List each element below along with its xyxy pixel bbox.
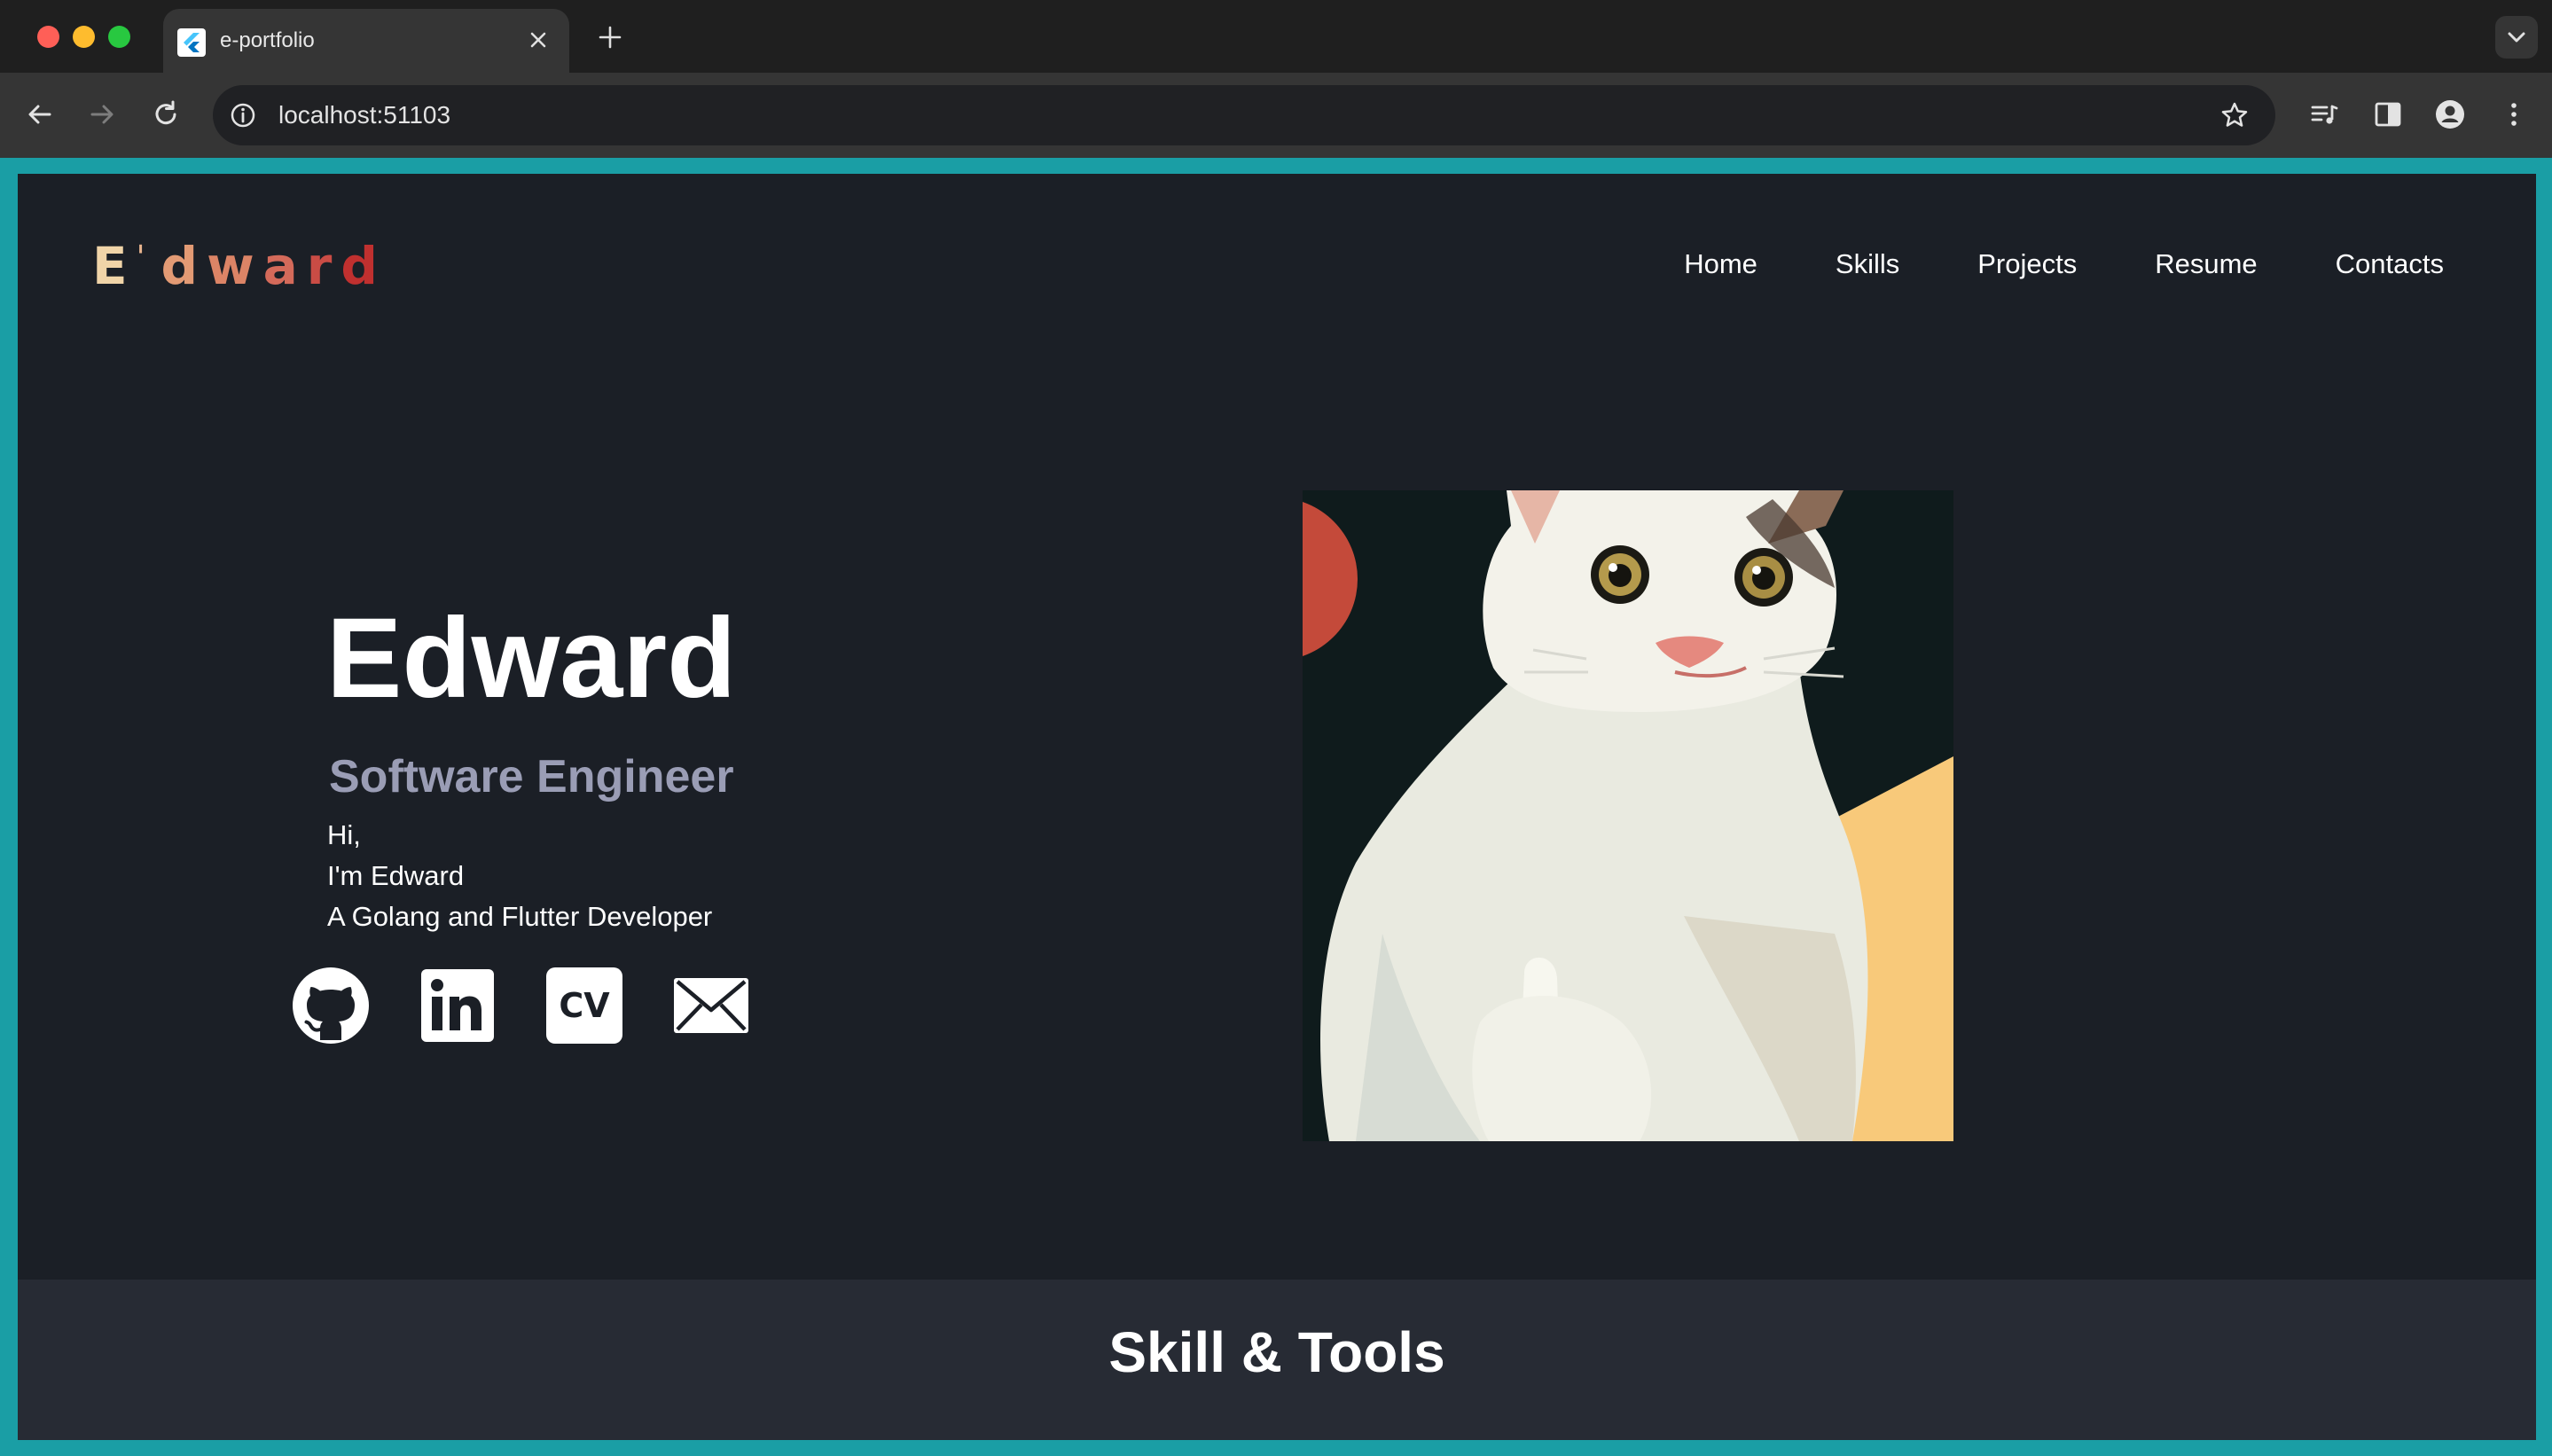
github-icon[interactable] bbox=[291, 966, 371, 1045]
url-text[interactable]: localhost:51103 bbox=[278, 100, 450, 130]
flutter-favicon-icon bbox=[177, 28, 206, 57]
hero-portrait-image bbox=[1303, 490, 1953, 1141]
side-panel-icon[interactable] bbox=[2369, 96, 2407, 133]
more-vert-icon[interactable] bbox=[2495, 96, 2532, 133]
logo-letter: d bbox=[341, 236, 387, 296]
window-zoom-button[interactable] bbox=[108, 26, 130, 48]
window-minimize-button[interactable] bbox=[73, 26, 95, 48]
browser-toolbar: localhost:51103 bbox=[0, 73, 2552, 159]
forward-arrow-icon[interactable] bbox=[83, 96, 121, 133]
hero-intro: I'm Edward bbox=[327, 860, 465, 891]
star-icon[interactable] bbox=[2219, 99, 2251, 131]
skills-section: Skill & Tools bbox=[18, 1280, 2536, 1440]
cv-label: CV bbox=[559, 986, 610, 1025]
logo-letter: a bbox=[262, 236, 307, 296]
hero-greeting: Hi, bbox=[327, 819, 361, 850]
hero-role: Software Engineer bbox=[329, 751, 734, 802]
nav-resume[interactable]: Resume bbox=[2155, 247, 2257, 282]
info-icon[interactable] bbox=[227, 99, 259, 131]
linkedin-icon[interactable] bbox=[418, 966, 497, 1045]
logo-letter: w bbox=[207, 236, 263, 296]
hero-name: Edward bbox=[326, 595, 737, 722]
cat-illustration bbox=[1303, 490, 1953, 1141]
nav-home[interactable]: Home bbox=[1684, 247, 1757, 282]
section-title: Skill & Tools bbox=[1108, 1320, 1445, 1384]
nav-projects[interactable]: Projects bbox=[1977, 247, 2077, 282]
nav-skills[interactable]: Skills bbox=[1836, 247, 1899, 282]
logo-letter: E bbox=[92, 236, 137, 296]
address-bar[interactable]: localhost:51103 bbox=[213, 85, 2275, 145]
cv-icon[interactable]: CV bbox=[544, 966, 624, 1045]
plus-icon[interactable] bbox=[594, 21, 626, 53]
tab-title: e-portfolio bbox=[220, 28, 315, 52]
profile-icon[interactable] bbox=[2431, 96, 2469, 133]
tab-search-button[interactable] bbox=[2495, 16, 2538, 59]
logo-letter: r bbox=[306, 236, 341, 296]
site-logo[interactable]: E' dward bbox=[92, 236, 387, 307]
media-queue-icon[interactable] bbox=[2305, 96, 2343, 133]
chevron-down-icon bbox=[2508, 32, 2525, 43]
main-nav: Home Skills Projects Resume Contacts bbox=[1684, 247, 2444, 282]
close-icon[interactable] bbox=[525, 27, 552, 53]
portfolio-page: E' dward Home Skills Projects Resume Cont… bbox=[18, 174, 2536, 1440]
nav-contacts[interactable]: Contacts bbox=[2336, 247, 2444, 282]
window-close-button[interactable] bbox=[37, 26, 59, 48]
back-arrow-icon[interactable] bbox=[21, 96, 59, 133]
page-viewport: E' dward Home Skills Projects Resume Cont… bbox=[0, 158, 2552, 1456]
hero-tagline: A Golang and Flutter Developer bbox=[327, 901, 713, 932]
logo-apostrophe: ' bbox=[136, 239, 154, 276]
mail-icon[interactable] bbox=[671, 966, 751, 1045]
browser-tab-bar: e-portfolio bbox=[0, 0, 2552, 73]
browser-tab[interactable]: e-portfolio bbox=[163, 9, 569, 73]
logo-letter: d bbox=[160, 236, 207, 296]
reload-icon[interactable] bbox=[147, 96, 184, 133]
